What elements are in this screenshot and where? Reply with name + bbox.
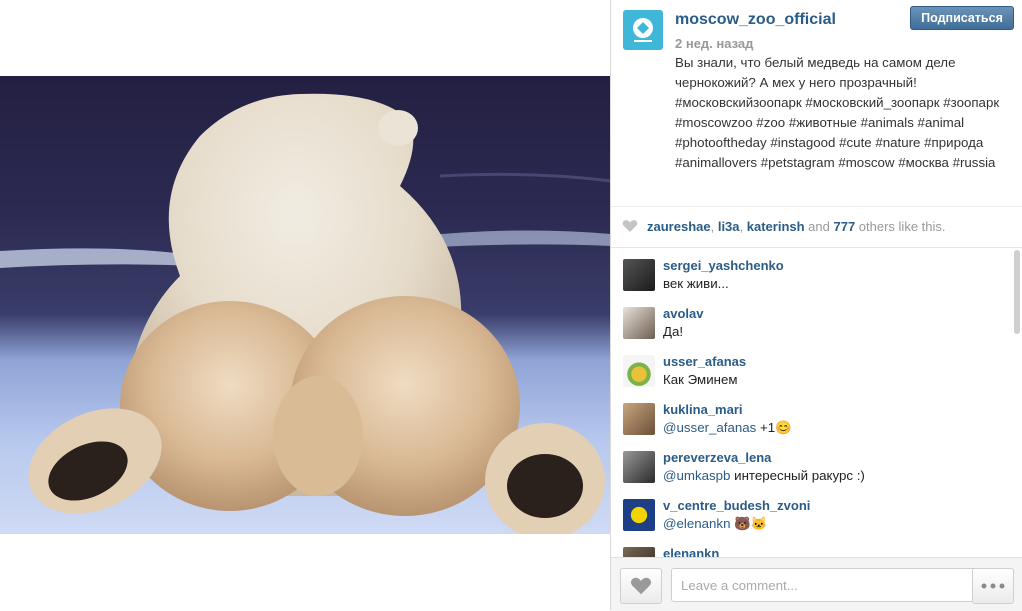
comment-body: интересный ракурс :) — [730, 468, 865, 483]
comment-text: @elenankn 🐻🐱 — [663, 516, 767, 532]
commenter-avatar[interactable] — [623, 307, 655, 339]
commenter-avatar[interactable] — [623, 547, 655, 557]
more-options-icon — [981, 583, 1005, 589]
profile-avatar[interactable] — [623, 10, 663, 50]
comment-item: elenankn — [611, 535, 1011, 557]
comment-username[interactable]: elenankn — [663, 546, 719, 557]
comment-text: Да! — [663, 324, 684, 339]
follow-button[interactable]: Подписаться — [910, 6, 1014, 30]
comment-item: avolav Да! — [611, 295, 1011, 343]
liker-link[interactable]: li3a — [718, 219, 740, 234]
liker-link[interactable]: katerinsh — [747, 219, 805, 234]
comment-composer — [611, 557, 1022, 611]
comment-username[interactable]: usser_afanas — [663, 354, 746, 369]
comment-item: usser_afanas Как Эминем — [611, 343, 1011, 391]
polar-bear-photo[interactable] — [0, 76, 611, 534]
comments-list[interactable]: sergei_yashchenko век живи... avolav Да!… — [611, 247, 1013, 557]
comment-item: kuklina_mari @usser_afanas +1😊 — [611, 391, 1011, 439]
likes-summary: zaureshae, li3a, katerinsh and 777 other… — [647, 219, 946, 234]
comment-text: @usser_afanas +1😊 — [663, 420, 792, 436]
commenter-avatar[interactable] — [623, 403, 655, 435]
comment-input[interactable] — [671, 568, 981, 602]
scrollbar-thumb[interactable] — [1014, 250, 1020, 334]
post-timestamp: 2 нед. назад — [675, 36, 754, 51]
likes-suffix: others like this. — [855, 219, 946, 234]
comments-scrollbar[interactable] — [1014, 250, 1020, 555]
comment-username[interactable]: avolav — [663, 306, 703, 321]
like-button[interactable] — [620, 568, 662, 604]
likes-bar: zaureshae, li3a, katerinsh and 777 other… — [611, 206, 1022, 248]
comment-text: век живи... — [663, 276, 729, 291]
comment-item: v_centre_budesh_zvoni @elenankn 🐻🐱 — [611, 487, 1011, 535]
comment-text: @umkaspb интересный ракурс :) — [663, 468, 865, 483]
likes-and: and — [804, 219, 834, 234]
comment-username[interactable]: sergei_yashchenko — [663, 258, 784, 273]
bear-cat-emoji-icon: 🐻🐱 — [734, 516, 768, 531]
post-caption: Вы знали, что белый медведь на самом дел… — [675, 55, 1000, 170]
commenter-avatar[interactable] — [623, 355, 655, 387]
comment-mention[interactable]: @elenankn — [663, 516, 730, 531]
post-username[interactable]: moscow_zoo_official — [675, 11, 836, 29]
comment-body: +1 — [756, 420, 776, 435]
likes-separator: , — [710, 219, 718, 234]
smile-emoji-icon: 😊 — [775, 420, 792, 435]
comment-item: pereverzeva_lena @umkaspb интересный рак… — [611, 439, 1011, 487]
commenter-avatar[interactable] — [623, 259, 655, 291]
post-sidebar: moscow_zoo_official 2 нед. назад Подписа… — [611, 0, 1022, 611]
likes-count[interactable]: 777 — [833, 219, 855, 234]
commenter-avatar[interactable] — [623, 451, 655, 483]
comment-text: Как Эминем — [663, 372, 738, 387]
commenter-avatar[interactable] — [623, 499, 655, 531]
heart-icon — [622, 220, 638, 232]
comment-mention[interactable]: @umkaspb — [663, 468, 730, 483]
photo-pane — [0, 0, 611, 610]
likes-separator: , — [739, 219, 747, 234]
liker-link[interactable]: zaureshae — [647, 219, 711, 234]
zoo-logo-icon — [633, 18, 653, 42]
polar-bear-illustration — [0, 93, 611, 534]
comment-username[interactable]: v_centre_budesh_zvoni — [663, 498, 810, 513]
comment-username[interactable]: kuklina_mari — [663, 402, 743, 417]
comment-username[interactable]: pereverzeva_lena — [663, 450, 771, 465]
more-options-button[interactable] — [972, 568, 1014, 604]
comment-mention[interactable]: @usser_afanas — [663, 420, 756, 435]
heart-icon — [630, 577, 652, 595]
comment-item: sergei_yashchenko век живи... — [611, 247, 1011, 295]
